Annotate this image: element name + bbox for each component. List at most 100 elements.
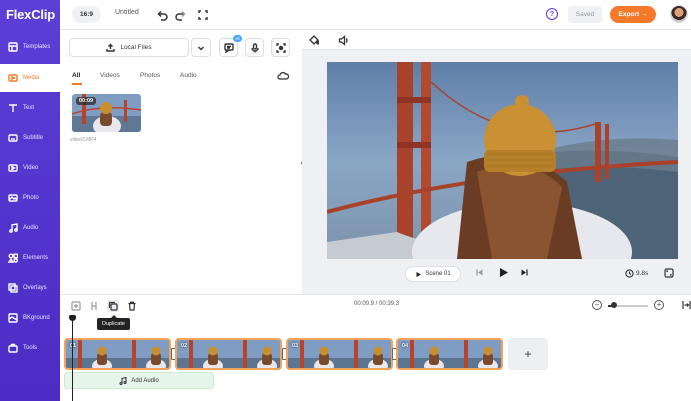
sidebar-item-photo[interactable]: Photo <box>0 184 60 212</box>
undo-icon[interactable] <box>155 8 168 21</box>
play-icon[interactable] <box>498 267 509 278</box>
duplicate-tooltip: Duplicate <box>97 315 130 330</box>
skip-forward-icon[interactable] <box>520 268 529 277</box>
redo-icon[interactable] <box>174 8 187 21</box>
split-icon[interactable] <box>88 300 100 312</box>
tools-icon <box>8 343 18 353</box>
media-panel: Local Files AI All Videos Photos Audio 0… <box>60 30 302 294</box>
skip-back-icon[interactable] <box>475 268 484 277</box>
sidebar-item-templates[interactable]: Templates <box>0 33 60 61</box>
zoom-out-button[interactable]: − <box>592 300 602 310</box>
music-note-icon <box>119 376 127 385</box>
sidebar-item-label: BKground <box>23 315 50 321</box>
sidebar-item-label: Audio <box>23 225 39 231</box>
sidebar-item-elements[interactable]: Elements <box>0 244 60 272</box>
video-icon <box>8 163 18 173</box>
sidebar-item-tools[interactable]: Tools <box>0 334 60 362</box>
sidebar-item-label: Elements <box>23 255 49 261</box>
sidebar-item-overlays[interactable]: Overlays <box>0 274 60 302</box>
sidebar-item-label: Subtitle <box>23 135 44 141</box>
sidebar-item-text[interactable]: Text <box>0 94 60 122</box>
elements-icon <box>8 253 18 263</box>
fit-timeline-icon[interactable] <box>682 300 691 310</box>
avatar[interactable] <box>670 5 688 23</box>
add-audio-label: Add Audio <box>131 377 159 384</box>
microphone-icon <box>250 42 259 52</box>
ai-badge: AI <box>233 35 242 42</box>
playhead-line <box>72 316 73 401</box>
duration-display[interactable]: 9.8s <box>625 269 648 278</box>
media-thumbnail[interactable]: 00:09 <box>72 94 141 132</box>
clip-number: 04 <box>402 343 409 349</box>
screen-record-button[interactable] <box>271 38 290 57</box>
video-preview[interactable] <box>327 62 678 259</box>
scene-play-button[interactable]: Scene 01 <box>405 266 461 282</box>
aspect-ratio-button[interactable]: 16:9 <box>72 6 101 23</box>
sidebar-item-label: Photo <box>23 195 39 201</box>
sidebar-item-label: Video <box>23 165 39 171</box>
photo-icon <box>8 193 18 203</box>
sidebar-item-audio[interactable]: Audio <box>0 214 60 242</box>
tab-all[interactable]: All <box>72 72 80 79</box>
cloud-icon[interactable] <box>277 71 290 83</box>
templates-icon <box>8 42 18 52</box>
timeline-clip[interactable]: 04 <box>396 338 503 370</box>
project-title[interactable]: Untitled <box>115 9 139 16</box>
duplicate-icon[interactable] <box>107 300 119 312</box>
screen-record-icon <box>275 42 286 53</box>
fullscreen-icon[interactable] <box>196 8 209 21</box>
duration-value: 9.8s <box>636 270 649 277</box>
clock-icon <box>625 269 634 278</box>
tab-audio[interactable]: Audio <box>180 72 197 79</box>
tab-videos[interactable]: Videos <box>100 72 120 79</box>
clip-thumbnail-image <box>398 340 501 368</box>
expand-preview-icon[interactable] <box>664 268 674 278</box>
sidebar-item-label: Tools <box>23 345 38 351</box>
timeline-clip[interactable]: 01 <box>64 338 171 370</box>
add-audio-button[interactable]: Add Audio <box>64 372 214 389</box>
tab-photos[interactable]: Photos <box>140 72 160 79</box>
timeline-clip[interactable]: 03 <box>286 338 393 370</box>
sidebar-item-background[interactable]: BKground <box>0 304 60 332</box>
clip-thumbnail-image <box>288 340 391 368</box>
preview-toolbar <box>302 30 691 50</box>
sidebar-item-subtitle[interactable]: Subtitle <box>0 124 60 152</box>
clip-number: 03 <box>292 343 299 349</box>
zoom-slider-handle[interactable] <box>611 302 617 308</box>
sidebar-item-label: Media <box>23 75 40 81</box>
subtitle-icon <box>8 133 18 143</box>
export-button[interactable]: Export → <box>610 6 656 23</box>
local-files-button[interactable]: Local Files <box>69 38 189 57</box>
clip-number: 02 <box>181 343 188 349</box>
clip-number: 01 <box>70 343 77 349</box>
timeline-clip[interactable]: 02 <box>175 338 282 370</box>
media-icon <box>8 73 18 83</box>
media-filename: video2.MP4 <box>70 137 97 143</box>
trash-icon[interactable] <box>126 300 138 312</box>
sidebar: FlexClip Templates Media Text Subtitle V… <box>0 0 60 401</box>
flexclip-logo[interactable]: FlexClip <box>6 7 55 22</box>
saved-button[interactable]: Saved <box>568 6 602 23</box>
active-tab-indicator <box>72 83 82 85</box>
volume-icon[interactable] <box>338 35 349 48</box>
text-icon <box>8 103 18 113</box>
scene-label: Scene 01 <box>425 271 451 277</box>
comment-icon <box>223 42 234 53</box>
sidebar-item-label: Overlays <box>23 285 47 291</box>
help-icon[interactable]: ? <box>546 8 558 20</box>
sidebar-item-video[interactable]: Video <box>0 154 60 182</box>
overlays-icon <box>8 283 18 293</box>
play-icon <box>416 271 422 277</box>
sidebar-item-label: Text <box>23 105 35 111</box>
record-audio-button[interactable] <box>245 38 264 57</box>
paint-bucket-icon[interactable] <box>308 35 320 48</box>
duration-badge: 00:09 <box>76 97 97 105</box>
video-frame-image <box>327 62 678 259</box>
zoom-in-button[interactable]: + <box>654 300 664 310</box>
chevron-down-icon[interactable] <box>191 38 211 57</box>
sidebar-item-media[interactable]: Media <box>0 64 60 92</box>
add-icon[interactable] <box>70 300 82 312</box>
clip-thumbnail-image <box>177 340 280 368</box>
playback-controls: Scene 01 9.8s <box>327 262 678 287</box>
add-scene-button[interactable]: + <box>508 338 548 370</box>
